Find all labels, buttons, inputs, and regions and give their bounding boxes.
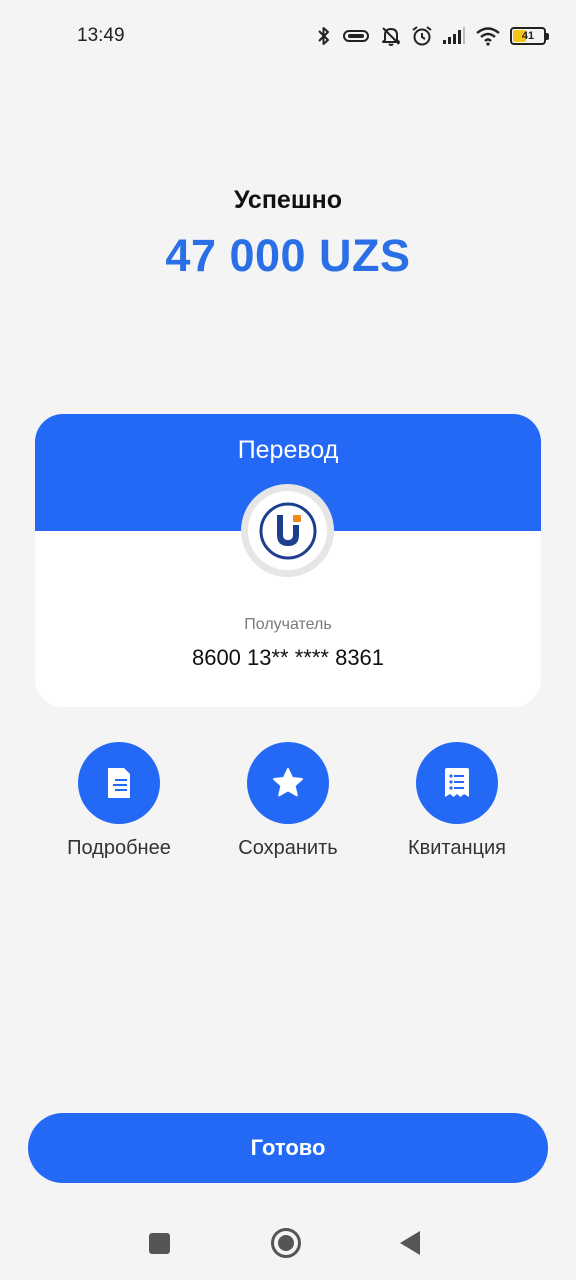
mute-icon <box>382 27 400 46</box>
star-icon <box>273 768 303 797</box>
home-dot <box>278 1235 294 1251</box>
card-title: Перевод <box>237 436 339 464</box>
back-icon[interactable] <box>400 1231 420 1255</box>
status-bar: 13:49 41 <box>0 0 576 72</box>
document-icon <box>108 768 130 798</box>
uzcard-logo-icon <box>259 502 316 559</box>
battery-icon: 41 <box>510 27 549 45</box>
transfer-card: Перевод Получатель 8600 13** **** 8361 <box>35 414 541 707</box>
details-action[interactable]: Подробнее <box>44 742 194 860</box>
save-label: Сохранить <box>238 837 338 859</box>
bluetooth-icon <box>318 27 329 45</box>
uzcard-logo <box>241 484 334 577</box>
receipt-button[interactable] <box>416 742 498 824</box>
vibrate-icon <box>343 30 369 42</box>
receipt-label: Квитанция <box>407 837 506 859</box>
status-icons: 41 <box>316 22 549 50</box>
details-button[interactable] <box>78 742 160 824</box>
receipt-icon <box>445 768 469 797</box>
recent-apps-icon[interactable] <box>149 1233 170 1254</box>
signal-icon <box>443 27 465 44</box>
wifi-icon <box>476 27 500 46</box>
done-button[interactable]: Готово <box>28 1113 548 1183</box>
status-time: 13:49 <box>77 25 125 46</box>
payment-amount: 47 000 UZS <box>165 230 411 281</box>
success-title: Успешно <box>233 186 343 214</box>
recipient-label: Получатель <box>244 616 332 633</box>
alarm-icon <box>412 26 432 46</box>
details-label: Подробнее <box>67 837 171 859</box>
home-icon[interactable] <box>271 1228 301 1258</box>
receipt-action[interactable]: Квитанция <box>382 742 532 860</box>
logo-inner <box>248 491 327 570</box>
battery-text: 41 <box>521 30 535 42</box>
save-button[interactable] <box>247 742 329 824</box>
save-action[interactable]: Сохранить <box>213 742 363 860</box>
recipient-card-number: 8600 13** **** 8361 <box>191 645 385 670</box>
